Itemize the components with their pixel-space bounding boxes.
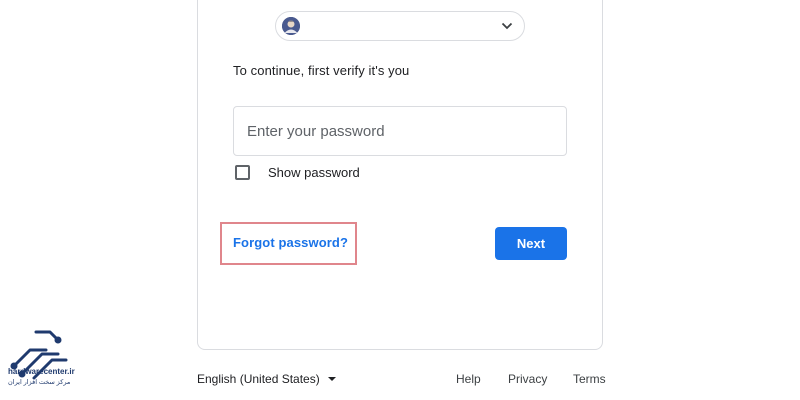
password-field[interactable] — [233, 106, 567, 156]
privacy-link[interactable]: Privacy — [508, 372, 547, 386]
chevron-down-icon[interactable] — [498, 17, 516, 35]
page: To continue, first verify it's you Show … — [0, 0, 800, 400]
terms-link[interactable]: Terms — [573, 372, 606, 386]
watermark-site: hardwarecenter.ir — [8, 367, 75, 376]
avatar-icon — [282, 17, 300, 35]
next-button[interactable]: Next — [495, 227, 567, 260]
caret-down-icon — [327, 377, 336, 381]
help-link[interactable]: Help — [456, 372, 481, 386]
account-chip[interactable] — [275, 11, 525, 41]
language-selector[interactable]: English (United States) — [197, 372, 336, 386]
language-label: English (United States) — [197, 372, 320, 386]
verify-prompt: To continue, first verify it's you — [233, 63, 410, 78]
show-password-toggle[interactable]: Show password — [235, 165, 360, 180]
forgot-password-link[interactable]: Forgot password? — [233, 235, 348, 250]
watermark-tagline: مرکز سخت افزار ایران — [8, 379, 71, 386]
checkbox-icon[interactable] — [235, 165, 250, 180]
show-password-label: Show password — [268, 165, 360, 180]
